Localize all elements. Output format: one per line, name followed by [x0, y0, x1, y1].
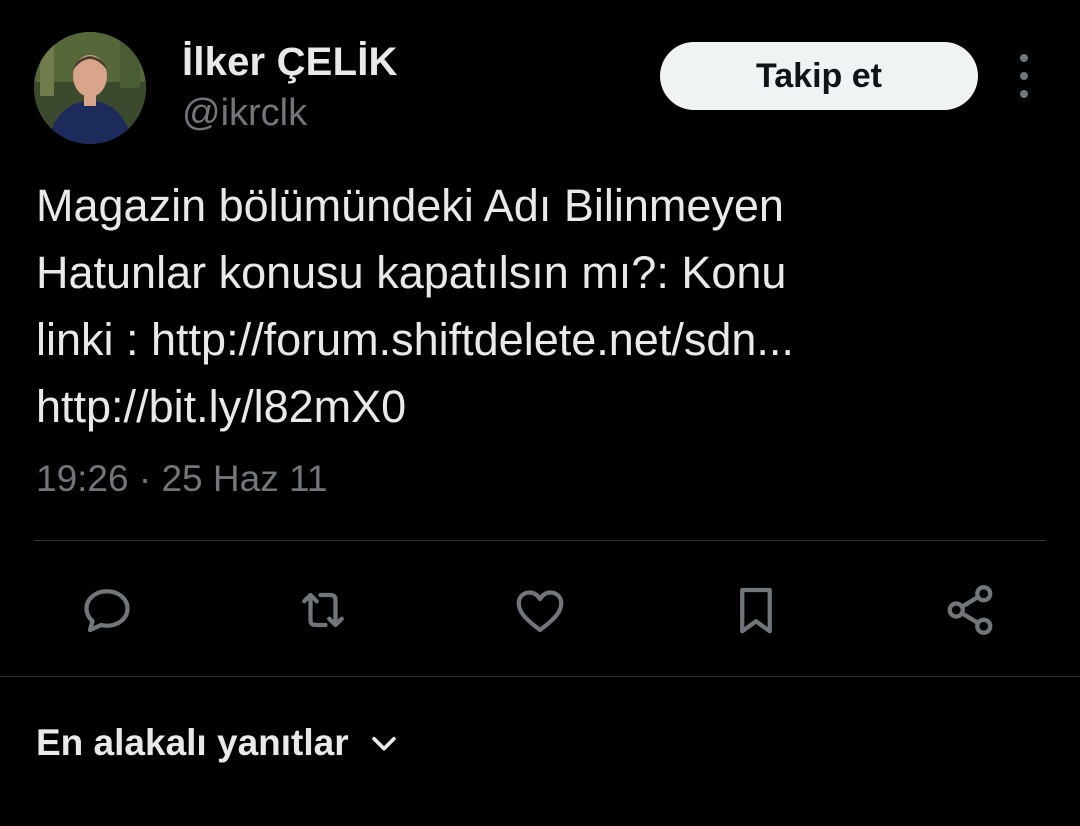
- divider: [34, 540, 1046, 541]
- author-handle[interactable]: @ikrclk: [182, 92, 307, 135]
- reply-button[interactable]: [72, 575, 142, 645]
- more-vertical-icon-dot: [1020, 90, 1028, 98]
- heart-icon: [516, 590, 564, 633]
- tweet-header: İlker ÇELİK @ikrclk Takip et: [0, 0, 1080, 160]
- more-vertical-icon: [1020, 54, 1028, 62]
- share-button[interactable]: [935, 575, 1005, 645]
- tweet-text-line: Magazin bölümündeki Adı Bilinmeyen: [36, 180, 784, 231]
- meta-separator: ·: [138, 458, 152, 499]
- tweet-link-line[interactable]: linki : http://forum.shiftdelete.net/sdn…: [36, 306, 1046, 373]
- reply-icon: [84, 589, 130, 633]
- tweet-link-line[interactable]: http://bit.ly/l82mX0: [36, 373, 1046, 440]
- avatar[interactable]: [34, 32, 146, 144]
- tweet-timestamp[interactable]: 19:26 · 25 Haz 11: [36, 458, 327, 500]
- tweet-text-line: Hatunlar konusu kapatılsın mı?: Konu: [36, 247, 787, 298]
- more-vertical-icon-dot: [1020, 72, 1028, 80]
- tweet-time: 19:26: [36, 458, 129, 499]
- tweet-date: 25 Haz 11: [161, 458, 328, 499]
- bookmark-icon: [740, 587, 772, 634]
- bookmark-button[interactable]: [721, 575, 791, 645]
- retweet-button[interactable]: [288, 575, 358, 645]
- replies-sort-label: En alakalı yanıtlar: [36, 722, 349, 763]
- divider: [0, 676, 1080, 677]
- author-display-name[interactable]: İlker ÇELİK: [182, 40, 398, 85]
- chevron-down-icon: [371, 736, 396, 751]
- retweet-icon: [302, 592, 344, 628]
- share-icon: [947, 585, 993, 635]
- more-options-button[interactable]: [1004, 54, 1044, 98]
- avatar-photo: [34, 32, 146, 144]
- tweet-text: Magazin bölümündeki Adı Bilinmeyen Hatun…: [36, 172, 1046, 440]
- like-button[interactable]: [505, 575, 575, 645]
- replies-sort-dropdown[interactable]: En alakalı yanıtlar: [36, 722, 401, 764]
- tweet-actions: [0, 575, 1080, 645]
- follow-button[interactable]: Takip et: [660, 42, 978, 110]
